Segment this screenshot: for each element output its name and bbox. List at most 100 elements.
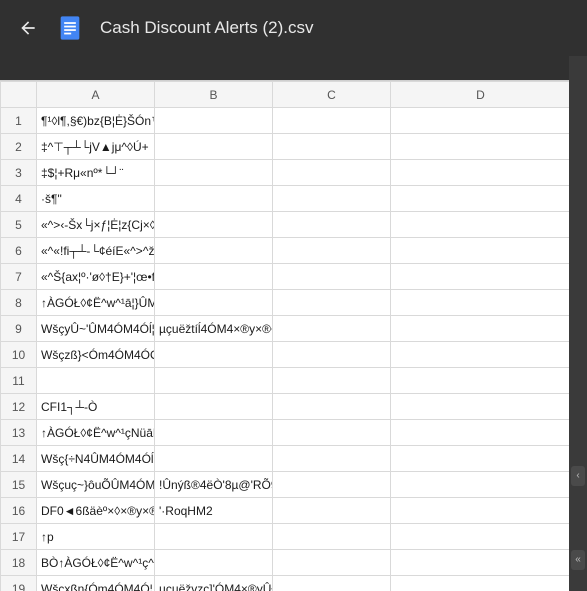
cell[interactable] [273,550,391,576]
cell[interactable] [391,238,570,264]
cell[interactable] [155,342,273,368]
cell[interactable] [273,238,391,264]
column-header-B[interactable]: B [155,82,273,108]
row-header[interactable]: 10 [1,342,37,368]
cell[interactable]: Wšçuç~}ôuÕÛM4ÓM4Óĺ6ç2NùçÛ· [37,472,155,498]
cell[interactable] [155,394,273,420]
row-header[interactable]: 6 [1,238,37,264]
cell[interactable] [391,550,570,576]
cell[interactable] [391,420,570,446]
cell[interactable] [273,420,391,446]
row-header[interactable]: 5 [1,212,37,238]
row-header[interactable]: 15 [1,472,37,498]
cell[interactable] [273,290,391,316]
cell[interactable] [155,108,273,134]
back-button[interactable] [16,16,40,40]
cell[interactable] [391,160,570,186]
cell[interactable] [391,212,570,238]
cell[interactable] [273,264,391,290]
cell[interactable] [273,342,391,368]
cell[interactable]: ↑ÀGÓŁ◊¢Ë^w^¹çNüāM4ÓMzç◊zāĺ4ÓM5ëžtíĺ4ÓM4×… [37,420,155,446]
cell[interactable]: «^«!fi┬┴-└¢éíE«^>^žØ; '&¬¸8¬r§')^¦,§€YZ€… [37,238,155,264]
column-header-D[interactable]: D [391,82,570,108]
row-header[interactable]: 12 [1,394,37,420]
cell[interactable]: «^Š{ax¦º·'ø◊†E}+'¦œ•f◄Ý,¦Ė}ŠÒ'¾'œz}ÆEj+'… [37,264,155,290]
row-header[interactable]: 11 [1,368,37,394]
cell[interactable]: ·š¶" [37,186,155,212]
cell[interactable] [391,342,570,368]
cell[interactable] [155,446,273,472]
cell[interactable] [273,472,391,498]
row-header[interactable]: 13 [1,420,37,446]
cell[interactable] [273,576,391,591]
cell[interactable] [273,368,391,394]
cell[interactable] [391,108,570,134]
cell[interactable] [273,212,391,238]
cell[interactable]: ↑p [37,524,155,550]
cell[interactable] [273,524,391,550]
column-header-A[interactable]: A [37,82,155,108]
cell[interactable] [391,186,570,212]
cell[interactable] [155,212,273,238]
cell[interactable] [155,524,273,550]
row-header[interactable]: 16 [1,498,37,524]
cell[interactable]: WšçyÛ~'ÛM4ÓM4Óĺ¦ [37,316,155,342]
cell[interactable] [155,420,273,446]
cell[interactable]: ¶¹◊l¶,§€)bz{B¦Ė}ŠÓn™·«H˙-Ã¦Ė¦z{MºfÞ¬*&¥©… [37,108,155,134]
select-all-corner[interactable] [1,82,37,108]
cell[interactable]: Wšçxßn{Óm4ÓM4Ó¦ [37,576,155,591]
cell[interactable] [391,498,570,524]
cell[interactable] [155,238,273,264]
cell[interactable]: Wšç{÷N4ÛM4ÓM4Óĺ6ßNùç}';Ûnzëĺ4ëÒ'8µ@'RÕ9~… [37,446,155,472]
cell[interactable] [391,368,570,394]
row-header[interactable]: 9 [1,316,37,342]
cell[interactable] [155,264,273,290]
column-header-C[interactable]: C [273,82,391,108]
row-header[interactable]: 18 [1,550,37,576]
cell[interactable] [273,446,391,472]
row-header[interactable]: 7 [1,264,37,290]
cell[interactable] [391,134,570,160]
cell[interactable] [391,316,570,342]
cell[interactable]: '·RοqHM2 [155,498,273,524]
cell[interactable]: «^>‹-Šx└j×ƒ¦Ė¦z{Cj×◊jÇ¥Šw◊k}žžĐÚµàš°+âŁ-… [37,212,155,238]
cell[interactable] [273,498,391,524]
row-header[interactable]: 19 [1,576,37,591]
row-header[interactable]: 3 [1,160,37,186]
cell[interactable] [391,446,570,472]
cell[interactable]: BÒ↑ÀGÓŁ◊¢Ë^w^¹ç^¸óM4ÓMzç◊zāĺ4ÓM5ëž<×Ý'ÓM… [37,550,155,576]
cell[interactable] [155,368,273,394]
cell[interactable] [273,108,391,134]
cell[interactable] [391,472,570,498]
cell[interactable] [391,524,570,550]
cell[interactable]: ‡$¦+Rμ«nº*└┘¨ [37,160,155,186]
cell[interactable]: ↑ÀGÓŁ◊¢Ë^w^¹ā¦}ÛM4ÓMzç◊5÷m4ÓM5ëž<×Ý'ÓM4×… [37,290,155,316]
cell[interactable]: Wšçzß}<Óm4ÓM4ÓO<Û}4ó◊†îm¹ë8Óž¾HâÕ˙-€‡ÀÃÛ… [37,342,155,368]
cell[interactable]: DF0◄6ßäèº×◊×®y×® [37,498,155,524]
cell[interactable] [391,576,570,591]
cell[interactable]: CFI1┐┴-Ò [37,394,155,420]
cell[interactable] [391,394,570,420]
cell[interactable] [391,264,570,290]
row-header[interactable]: 8 [1,290,37,316]
row-header[interactable]: 1 [1,108,37,134]
cell[interactable]: !Ûnýß®4ëÒ'8µ@'RÕ9~'ÛmtÓ}5Ûo:øsxgáÀPQF0◄6… [155,472,273,498]
cell[interactable] [37,368,155,394]
cell[interactable] [273,134,391,160]
row-header[interactable]: 17 [1,524,37,550]
cell[interactable] [155,134,273,160]
scroll-chip-down[interactable]: « [571,550,585,570]
cell[interactable] [391,290,570,316]
cell[interactable] [155,186,273,212]
row-header[interactable]: 14 [1,446,37,472]
cell[interactable] [273,186,391,212]
row-header[interactable]: 4 [1,186,37,212]
cell[interactable]: ‡^⊤┬┴└jV▲jμ^◊Ú+ [37,134,155,160]
row-header[interactable]: 2 [1,134,37,160]
cell[interactable] [273,394,391,420]
spreadsheet-viewport[interactable]: A B C D 1¶¹◊l¶,§€)bz{B¦Ė}ŠÓn™·«H˙-Ã¦Ė¦z{… [0,80,569,591]
cell[interactable] [155,550,273,576]
cell[interactable] [273,316,391,342]
cell[interactable]: µçuëžvzç]'ÓM4×®yÛ◊vÓM4Ó^¹ç^¸óM4ÓMzç◊zāĺ4… [155,576,273,591]
cell[interactable] [155,290,273,316]
